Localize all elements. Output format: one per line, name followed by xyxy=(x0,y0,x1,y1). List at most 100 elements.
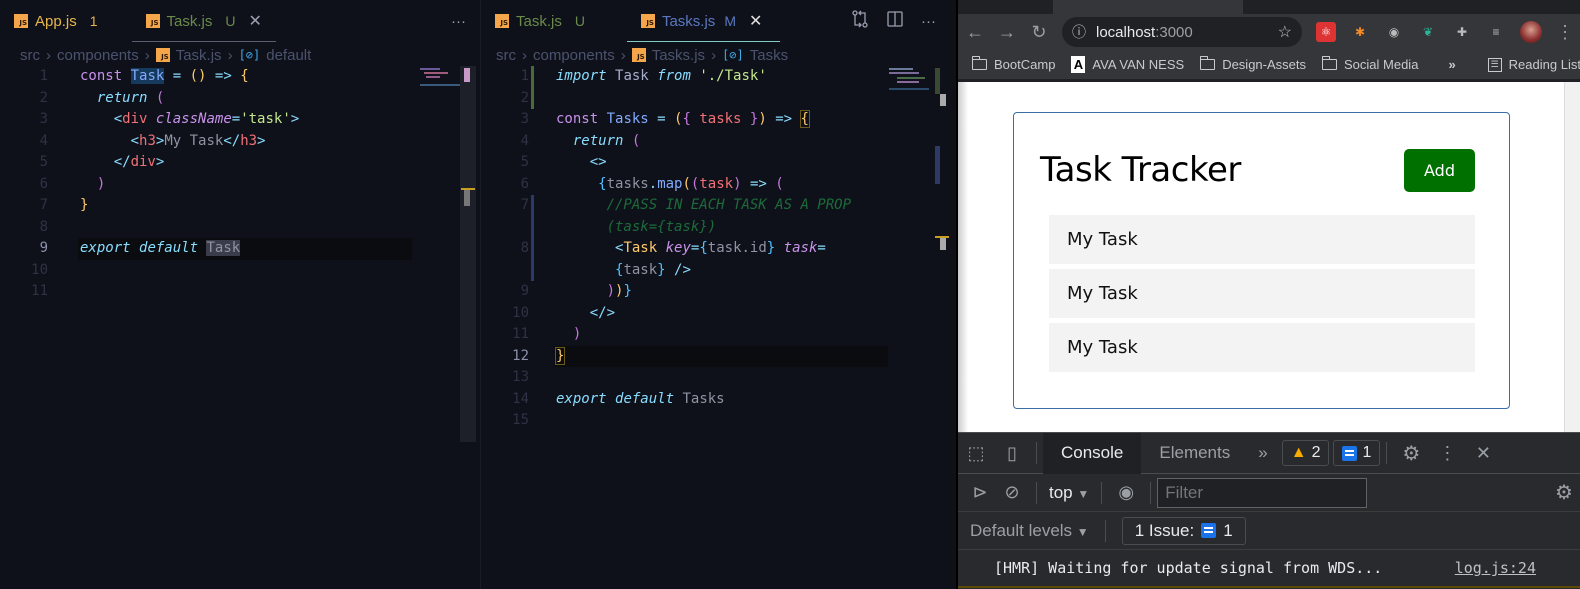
sidebar-toggle-icon[interactable]: ⊳ xyxy=(966,482,994,503)
code-line: export default Tasks xyxy=(556,390,725,407)
open-changes-icon[interactable] xyxy=(851,10,869,32)
clear-console-icon[interactable]: ⊘ xyxy=(994,482,1030,503)
breadcrumb-item[interactable]: src xyxy=(496,47,516,64)
more-actions-icon[interactable]: ··· xyxy=(921,13,936,30)
breadcrumb-item[interactable]: components xyxy=(533,47,615,64)
profile-avatar[interactable] xyxy=(1520,21,1542,43)
vertical-scrollbar[interactable] xyxy=(935,66,949,442)
console-filter-input[interactable] xyxy=(1157,477,1368,508)
breadcrumb-item[interactable]: components xyxy=(57,47,139,64)
line-number: 1 xyxy=(520,68,529,84)
line-number: 10 xyxy=(31,261,48,278)
vertical-scrollbar[interactable] xyxy=(460,66,476,442)
js-file-icon: JS xyxy=(14,14,28,28)
line-number: 10 xyxy=(512,304,529,321)
breadcrumb-item[interactable]: default xyxy=(266,47,311,64)
warnings-counter[interactable]: ▲ 2 xyxy=(1281,440,1330,466)
camera-extension-icon[interactable]: ◉ xyxy=(1384,22,1404,42)
bookmark-star-icon[interactable]: ☆ xyxy=(1278,22,1292,42)
breadcrumb-item[interactable]: src xyxy=(20,47,40,64)
breadcrumb-item[interactable]: Tasks xyxy=(750,47,788,64)
code-area[interactable]: 1 import Task from './Task' 2 3 const Task… xyxy=(481,66,950,432)
more-tabs-button[interactable]: » xyxy=(1248,433,1277,474)
info-icon[interactable]: ⓘ xyxy=(1072,22,1086,42)
line-number: 2 xyxy=(39,89,48,106)
leaf-extension-icon[interactable]: ❦ xyxy=(1418,22,1438,42)
code-line: } xyxy=(554,346,566,365)
current-line-highlight xyxy=(554,345,888,367)
task-item[interactable]: My Task xyxy=(1049,323,1475,372)
bug-extension-icon[interactable]: ✱ xyxy=(1350,22,1370,42)
live-expression-eye-icon[interactable]: ◉ xyxy=(1108,482,1144,503)
log-levels-dropdown[interactable]: Default levels ▼ xyxy=(970,521,1089,541)
page-scrollbar[interactable] xyxy=(1564,82,1580,432)
line-number: 5 xyxy=(520,154,529,170)
more-actions-icon[interactable]: ··· xyxy=(451,13,466,30)
tab-app-js[interactable]: JS App.js 1 xyxy=(0,0,112,42)
more-options-icon[interactable]: ⋮ xyxy=(1429,443,1465,464)
messages-counter[interactable]: 1 xyxy=(1333,440,1381,466)
chrome-menu-icon[interactable]: ⋮ xyxy=(1556,22,1574,43)
editor-tabbar: JS App.js 1 JS Task.js U ✕ ··· xyxy=(0,0,480,42)
divider xyxy=(1101,481,1103,504)
line-number: 13 xyxy=(512,369,529,385)
editor-pane-right: JS Task.js U JS Tasks.js M ✕ ··· src › c… xyxy=(480,0,950,589)
context-selector[interactable]: top ▼ xyxy=(1043,483,1095,503)
code-line: const Tasks = ({ tasks }) => { xyxy=(556,110,811,128)
tab-task-js[interactable]: JS Task.js U xyxy=(481,0,599,42)
bookmark-social-media[interactable]: Social Media xyxy=(1321,56,1418,72)
breadcrumb-item[interactable]: Tasks.js xyxy=(652,47,705,64)
line-number: 11 xyxy=(512,326,529,342)
bookmark-ava-van-ness[interactable]: A AVA VAN NESS xyxy=(1071,56,1184,73)
console-source-link[interactable]: log.js:24 xyxy=(1455,559,1536,577)
git-added-marker xyxy=(531,87,534,109)
close-tab-icon[interactable]: ✕ xyxy=(248,11,261,31)
bookmark-bootcamp[interactable]: BootCamp xyxy=(971,56,1055,72)
git-modified-marker xyxy=(531,195,534,217)
scroll-thumb[interactable] xyxy=(940,94,946,106)
tab-task-js[interactable]: JS Task.js U ✕ xyxy=(131,0,277,42)
line-number: 3 xyxy=(39,111,48,127)
reading-list-button[interactable]: ☰ Reading List xyxy=(1487,57,1580,72)
line-number: 2 xyxy=(520,89,529,106)
code-line: export default Task xyxy=(80,240,241,256)
chevron-right-icon: › xyxy=(46,46,51,64)
close-tab-icon[interactable]: ✕ xyxy=(749,11,762,31)
code-area[interactable]: 1 const Task = () => { 2 return ( 3 <div … xyxy=(0,66,480,303)
forward-icon[interactable]: → xyxy=(998,22,1016,43)
minimap[interactable] xyxy=(420,66,460,96)
address-bar[interactable]: ⓘ localhost:3000 ☆ xyxy=(1062,17,1302,47)
code-line: <> xyxy=(589,154,607,170)
close-devtools-icon[interactable]: ✕ xyxy=(1465,443,1501,464)
js-file-icon: JS xyxy=(631,48,646,62)
code-line: ) xyxy=(96,175,106,192)
console-settings-icon[interactable]: ⚙ xyxy=(1546,480,1580,505)
media-control-icon[interactable]: ≡ xyxy=(1486,22,1506,42)
add-task-button[interactable]: Add xyxy=(1404,148,1475,192)
chevron-right-icon: › xyxy=(522,46,527,64)
bookmarks-overflow-button[interactable]: » xyxy=(1448,57,1455,72)
bookmark-design-assets[interactable]: Design-Assets xyxy=(1199,56,1306,72)
devtools-tab-elements[interactable]: Elements xyxy=(1141,433,1248,474)
back-icon[interactable]: ← xyxy=(966,22,984,43)
react-devtools-extension-icon[interactable]: ⚛ xyxy=(1316,22,1336,42)
device-toolbar-icon[interactable]: ▯ xyxy=(994,443,1030,464)
line-number: 3 xyxy=(520,111,529,127)
tab-tasks-js[interactable]: JS Tasks.js M ✕ xyxy=(626,0,781,42)
task-item[interactable]: My Task xyxy=(1049,215,1475,264)
code-line: <h3>My Task</h3> xyxy=(130,132,266,149)
folder-icon xyxy=(1321,56,1337,70)
line-number: 7 xyxy=(520,197,529,213)
breadcrumb-item[interactable]: Task.js xyxy=(176,47,222,64)
issues-button[interactable]: 1 Issue: 1 xyxy=(1121,516,1246,545)
settings-gear-icon[interactable]: ⚙ xyxy=(1393,441,1429,466)
split-editor-icon[interactable] xyxy=(887,11,903,31)
page-viewport: Task Tracker Add My Task My Task My Task xyxy=(958,82,1566,432)
inspect-element-icon[interactable]: ⬚ xyxy=(958,443,994,464)
minimap[interactable] xyxy=(889,66,929,96)
task-item[interactable]: My Task xyxy=(1049,269,1475,318)
devtools-tab-console[interactable]: Console xyxy=(1043,432,1142,474)
reload-icon[interactable]: ↻ xyxy=(1030,22,1048,43)
browser-tab[interactable] xyxy=(1053,0,1243,14)
extensions-puzzle-icon[interactable]: ✚ xyxy=(1452,22,1472,42)
